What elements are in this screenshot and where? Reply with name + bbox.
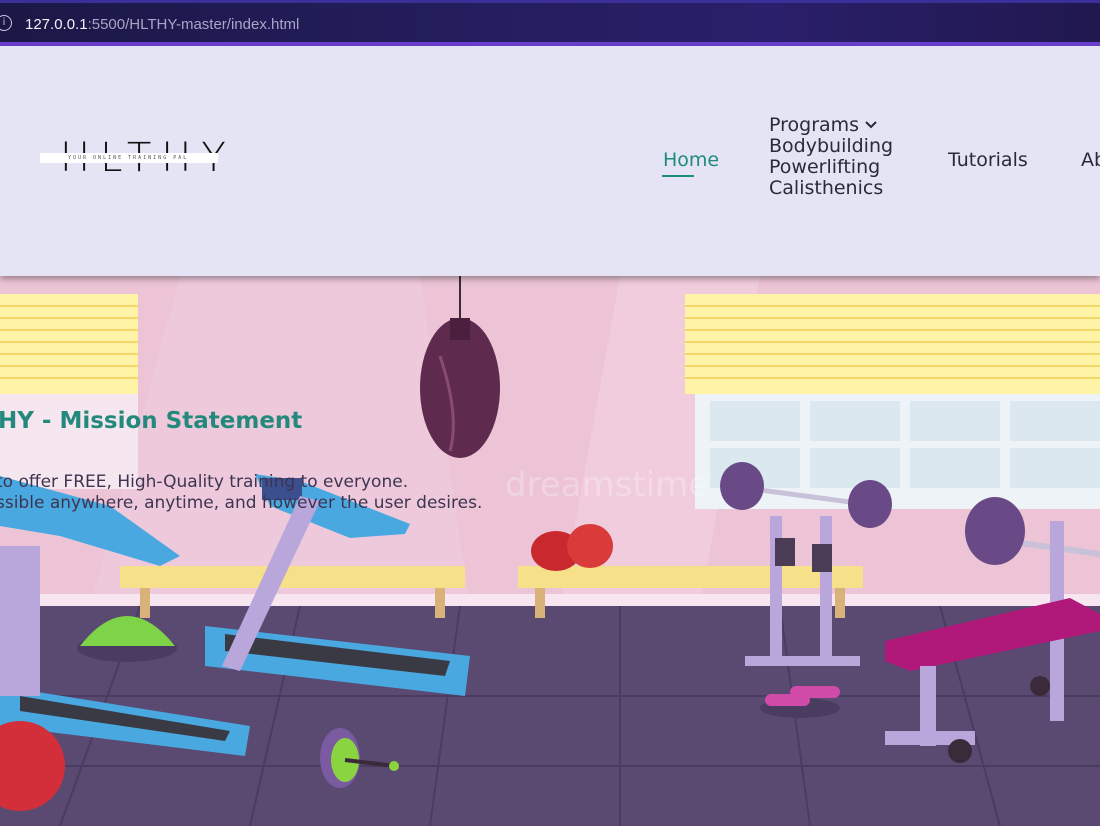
nav-tutorials-link[interactable]: Tutorials	[948, 149, 1028, 171]
chevron-down-icon[interactable]	[863, 117, 879, 133]
nav-home-active-underline	[662, 175, 694, 177]
url-host: 127.0.0.1	[25, 16, 88, 33]
logo[interactable]: HLTHY YOUR ONLINE TRAINING PAL	[40, 138, 226, 178]
nav-programs-label[interactable]: Programs	[769, 114, 859, 136]
nav-program-bodybuilding[interactable]: Bodybuilding	[769, 136, 893, 157]
url-field[interactable]: 127.0.0.1:5500/HLTHY-master/index.html	[25, 16, 299, 33]
mission-line-1: to offer FREE, High-Quality training to …	[0, 472, 409, 492]
hero-section: dreamstime HY - Mission Statement to off…	[0, 276, 1100, 826]
mission-line-2: ssible anywhere, anytime, and however th…	[0, 493, 483, 513]
watermark-text: dreamstime	[505, 465, 709, 505]
gym-illustration: dreamstime	[0, 276, 1100, 826]
url-path: :5500/HLTHY-master/index.html	[87, 16, 300, 33]
nav-programs-dropdown[interactable]: Programs Bodybuilding Powerlifting Calis…	[769, 114, 893, 199]
mission-title: HY - Mission Statement	[0, 408, 303, 434]
nav-program-powerlifting[interactable]: Powerlifting	[769, 157, 893, 178]
logo-tagline: YOUR ONLINE TRAINING PAL	[68, 155, 189, 161]
nav-program-calisthenics[interactable]: Calisthenics	[769, 178, 893, 199]
info-icon[interactable]: i	[0, 15, 12, 31]
nav-home-link[interactable]: Home	[663, 149, 719, 171]
site-header: HLTHY YOUR ONLINE TRAINING PAL Home Prog…	[0, 46, 1100, 276]
nav-about-link[interactable]: Ab	[1081, 149, 1100, 171]
browser-address-bar[interactable]: i 127.0.0.1:5500/HLTHY-master/index.html	[0, 0, 1100, 46]
